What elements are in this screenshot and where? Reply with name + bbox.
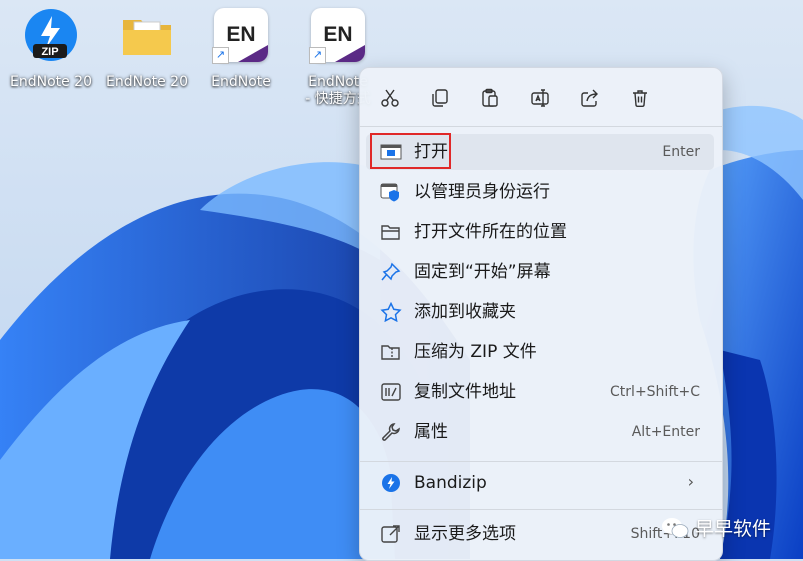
menu-item-shortcut: Ctrl+Shift+C bbox=[610, 384, 700, 400]
more-options-icon bbox=[381, 525, 400, 543]
endnote-logo-text: EN bbox=[226, 23, 256, 46]
highlight-annotation bbox=[370, 133, 451, 169]
menu-item-pin-to-start[interactable]: 固定到“开始”屏幕 bbox=[366, 254, 714, 290]
menu-separator bbox=[360, 461, 722, 462]
copy-path-icon bbox=[381, 383, 401, 401]
share-icon[interactable] bbox=[576, 84, 604, 112]
copy-icon[interactable] bbox=[426, 84, 454, 112]
watermark-text: 早早软件 bbox=[695, 518, 772, 540]
menu-item-shortcut: Enter bbox=[662, 144, 700, 160]
wrench-icon bbox=[382, 423, 400, 441]
menu-item-add-to-favorites[interactable]: 添加到收藏夹 bbox=[366, 294, 714, 330]
desktop-icon-label: EndNote 20 bbox=[105, 74, 188, 90]
desktop-icon-endnote-folder[interactable]: EN EndNote 20 bbox=[99, 8, 195, 91]
cut-icon[interactable] bbox=[376, 84, 404, 112]
bandizip-icon bbox=[382, 474, 400, 492]
endnote-shortcut-icon: EN ↗ bbox=[212, 8, 268, 64]
wechat-icon bbox=[662, 517, 689, 538]
rename-icon[interactable] bbox=[526, 84, 554, 112]
desktop-icon-label: EndNote 20 bbox=[9, 74, 92, 90]
menu-separator bbox=[360, 126, 722, 127]
menu-item-open-file-location[interactable]: 打开文件所在的位置 bbox=[366, 214, 714, 250]
menu-item-properties[interactable]: 属性 Alt+Enter bbox=[366, 414, 714, 450]
menu-item-shortcut: Alt+Enter bbox=[631, 424, 700, 440]
folder-open-icon bbox=[381, 225, 400, 240]
menu-item-label: 以管理员身份运行 bbox=[414, 182, 550, 202]
watermark: 早早软件 bbox=[661, 514, 771, 541]
delete-icon[interactable] bbox=[626, 84, 654, 112]
menu-item-label: 复制文件地址 bbox=[414, 382, 516, 402]
folder-icon: EN bbox=[120, 8, 174, 62]
menu-item-label: 固定到“开始”屏幕 bbox=[414, 262, 551, 282]
shortcut-arrow-icon: ↗ bbox=[309, 47, 326, 64]
menu-item-run-as-admin[interactable]: 以管理员身份运行 bbox=[366, 174, 714, 210]
svg-text:ZIP: ZIP bbox=[41, 46, 58, 58]
run-as-admin-icon bbox=[380, 183, 399, 202]
pin-icon bbox=[381, 262, 401, 281]
desktop-icon-label: EndNote bbox=[211, 74, 271, 90]
shortcut-arrow-icon: ↗ bbox=[212, 47, 229, 64]
star-icon bbox=[380, 302, 402, 322]
endnote-corner-accent bbox=[238, 45, 268, 62]
paste-icon[interactable] bbox=[476, 84, 504, 112]
desktop-icon-endnote-shortcut[interactable]: EN ↗ EndNote bbox=[193, 8, 289, 91]
endnote-shortcut-icon: EN ↗ bbox=[309, 8, 365, 64]
zip-folder-icon bbox=[381, 345, 400, 360]
menu-item-label: 打开文件所在的位置 bbox=[414, 222, 567, 242]
context-menu-toolbar bbox=[360, 68, 722, 126]
desktop-icon-endnote-zip[interactable]: ZIP EndNote 20 bbox=[3, 8, 99, 91]
chevron-right-icon: › bbox=[687, 472, 694, 491]
menu-item-label: 添加到收藏夹 bbox=[414, 302, 516, 322]
menu-item-compress-zip[interactable]: 压缩为 ZIP 文件 bbox=[366, 334, 714, 370]
menu-separator bbox=[360, 509, 722, 510]
menu-item-label: 属性 bbox=[414, 422, 448, 442]
menu-item-bandizip[interactable]: Bandizip › bbox=[366, 465, 714, 501]
menu-item-label: Bandizip bbox=[414, 473, 487, 493]
menu-item-copy-path[interactable]: 复制文件地址 Ctrl+Shift+C bbox=[366, 374, 714, 410]
endnote-logo-text: EN bbox=[323, 23, 353, 46]
bandizip-zip-icon: ZIP bbox=[24, 8, 78, 62]
menu-item-label: 压缩为 ZIP 文件 bbox=[414, 342, 537, 362]
menu-item-label: 显示更多选项 bbox=[414, 524, 516, 544]
endnote-corner-accent bbox=[335, 45, 365, 62]
